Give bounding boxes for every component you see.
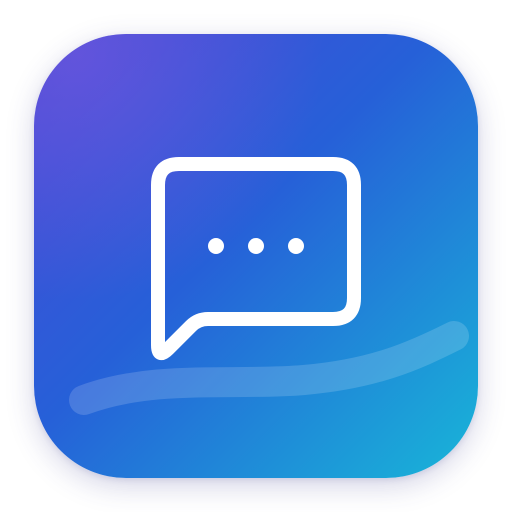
ellipsis-dot-2 <box>248 238 264 254</box>
icon-background-glow <box>34 34 478 478</box>
canvas <box>0 0 512 512</box>
ellipsis-dot-1 <box>208 238 224 254</box>
chat-bubble-app-icon[interactable] <box>34 34 478 478</box>
app-icon-artwork <box>34 34 478 478</box>
ellipsis-dot-3 <box>288 238 304 254</box>
